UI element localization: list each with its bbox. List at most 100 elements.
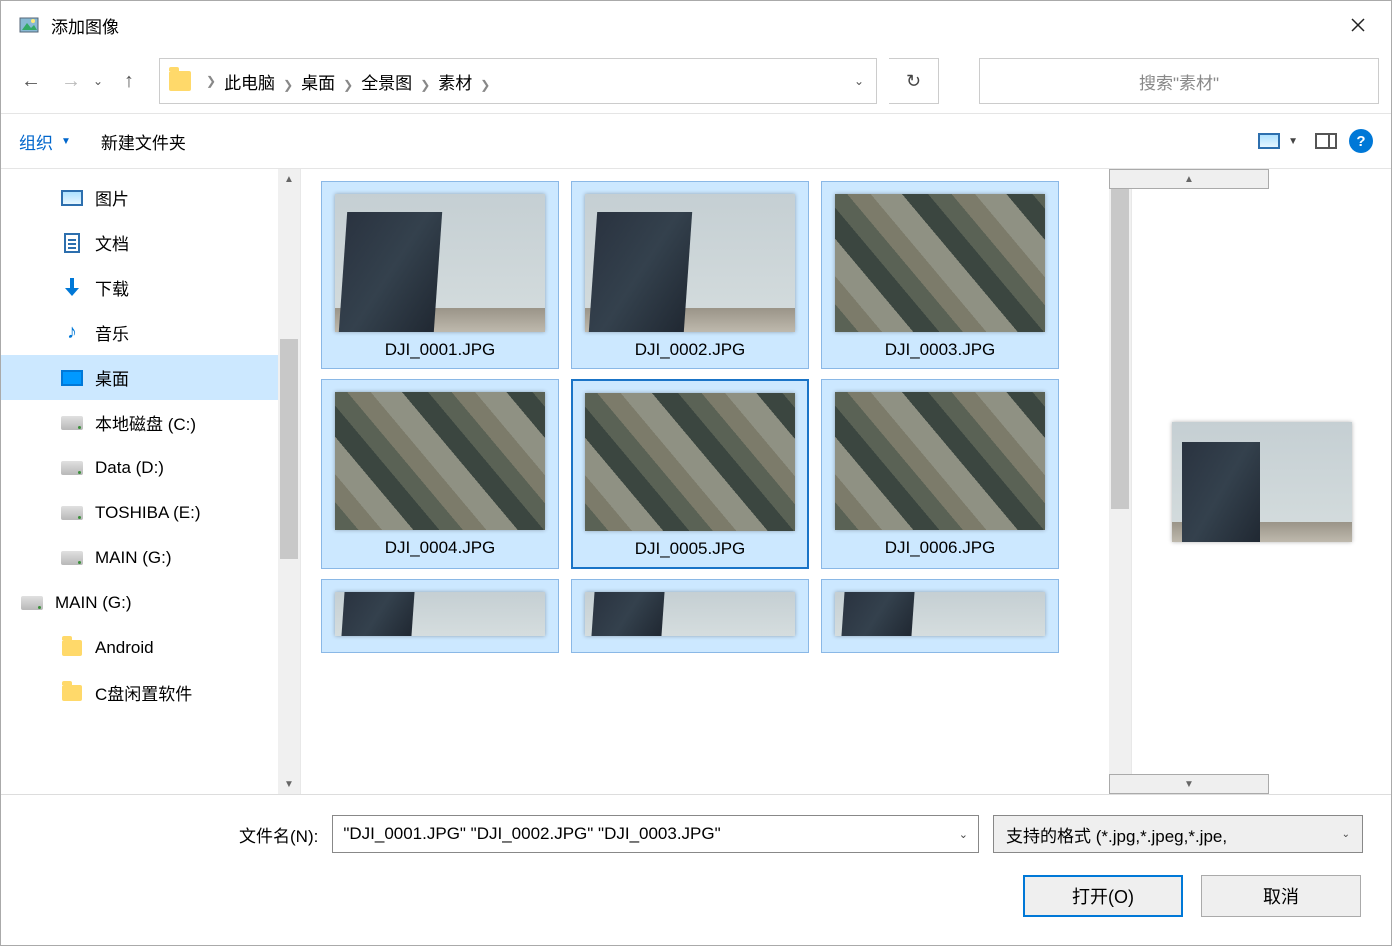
- file-item[interactable]: [821, 579, 1059, 653]
- file-name: DJI_0004.JPG: [385, 538, 496, 558]
- file-name: DJI_0003.JPG: [885, 340, 996, 360]
- sidebar-item[interactable]: TOSHIBA (E:): [1, 490, 278, 535]
- view-mode-button[interactable]: ▼: [1253, 130, 1303, 152]
- chevron-right-icon[interactable]: ❯: [283, 78, 293, 92]
- thumbnails-icon: [1258, 133, 1280, 149]
- app-icon: [19, 15, 39, 35]
- recent-locations-button[interactable]: ⌄: [93, 74, 107, 88]
- sidebar-item-label: 下载: [95, 275, 129, 300]
- sidebar-item-label: 本地磁盘 (C:): [95, 410, 196, 435]
- file-thumbnail: [835, 392, 1045, 530]
- sidebar-item[interactable]: 桌面: [1, 355, 278, 400]
- nav-row: ← → ⌄ ↑ ❯ 此电脑 ❯ 桌面 ❯ 全景图 ❯ 素材 ❯ ⌄ ↻ 搜索"素材": [1, 49, 1391, 113]
- scroll-thumb[interactable]: [1111, 189, 1129, 509]
- file-thumbnail: [585, 194, 795, 332]
- dialog-title: 添加图像: [51, 13, 1335, 38]
- preview-pane-button[interactable]: [1315, 133, 1337, 149]
- scroll-up-icon[interactable]: ▲: [1109, 169, 1269, 189]
- refresh-button[interactable]: ↻: [889, 58, 939, 104]
- chevron-right-icon[interactable]: ❯: [420, 78, 430, 92]
- help-button[interactable]: ?: [1349, 129, 1373, 153]
- sidebar-item[interactable]: MAIN (G:): [1, 535, 278, 580]
- file-item[interactable]: DJI_0002.JPG: [571, 181, 809, 369]
- file-item[interactable]: DJI_0004.JPG: [321, 379, 559, 569]
- filename-history-button[interactable]: ⌄: [959, 828, 968, 841]
- file-item[interactable]: DJI_0006.JPG: [821, 379, 1059, 569]
- file-thumbnail: [585, 393, 795, 531]
- sidebar-item-label: TOSHIBA (E:): [95, 503, 201, 523]
- up-button[interactable]: ↑: [111, 63, 147, 99]
- titlebar: 添加图像: [1, 1, 1391, 49]
- breadcrumb-item[interactable]: 素材: [436, 74, 474, 93]
- folder-icon: [160, 71, 200, 91]
- forward-button[interactable]: →: [53, 63, 89, 99]
- sidebar-item[interactable]: C盘闲置软件: [1, 670, 278, 715]
- cancel-button[interactable]: 取消: [1201, 875, 1361, 917]
- scroll-thumb[interactable]: [280, 339, 298, 559]
- filelist-scrollbar[interactable]: ▲ ▼: [1109, 169, 1131, 794]
- sidebar-item-label: 音乐: [95, 320, 129, 345]
- file-thumbnail: [835, 592, 1045, 636]
- close-button[interactable]: [1335, 9, 1381, 41]
- breadcrumb-item[interactable]: 全景图: [359, 74, 414, 93]
- file-thumbnail: [335, 392, 545, 530]
- nav-sidebar: 图片文档下载 ♪音乐桌面本地磁盘 (C:) Data (D:) TOSHIBA (E:…: [1, 169, 278, 794]
- sidebar-item-label: MAIN (G:): [55, 593, 132, 613]
- file-item[interactable]: DJI_0005.JPG: [571, 379, 809, 569]
- sidebar-item[interactable]: 下载: [1, 265, 278, 310]
- organize-button[interactable]: 组织 ▼: [19, 129, 71, 154]
- address-bar[interactable]: ❯ 此电脑 ❯ 桌面 ❯ 全景图 ❯ 素材 ❯ ⌄: [159, 58, 877, 104]
- scroll-down-icon[interactable]: ▼: [1109, 774, 1269, 794]
- caret-down-icon: ⌄: [1342, 829, 1350, 840]
- sidebar-item-label: MAIN (G:): [95, 548, 172, 568]
- caret-down-icon: ▼: [1288, 136, 1298, 147]
- file-item[interactable]: DJI_0001.JPG: [321, 181, 559, 369]
- file-item[interactable]: DJI_0003.JPG: [821, 181, 1059, 369]
- open-button[interactable]: 打开(O): [1023, 875, 1183, 917]
- new-folder-button[interactable]: 新建文件夹: [101, 129, 186, 154]
- filetype-value: 支持的格式 (*.jpg,*.jpeg,*.jpe,: [1006, 822, 1227, 847]
- filename-value: "DJI_0001.JPG" "DJI_0002.JPG" "DJI_0003.…: [343, 824, 720, 844]
- preview-pane: [1131, 169, 1391, 794]
- sidebar-item[interactable]: 本地磁盘 (C:): [1, 400, 278, 445]
- filename-input[interactable]: "DJI_0001.JPG" "DJI_0002.JPG" "DJI_0003.…: [332, 815, 979, 853]
- file-name: DJI_0001.JPG: [385, 340, 496, 360]
- search-input[interactable]: 搜索"素材": [979, 58, 1379, 104]
- sidebar-item-label: 桌面: [95, 365, 129, 390]
- toolbar: 组织 ▼ 新建文件夹 ▼ ?: [1, 113, 1391, 169]
- sidebar-item[interactable]: 文档: [1, 220, 278, 265]
- file-grid[interactable]: DJI_0001.JPG DJI_0002.JPG DJI_0003.JPG DJI_…: [301, 169, 1109, 794]
- breadcrumb-item[interactable]: 桌面: [299, 74, 337, 93]
- content-area: 图片文档下载 ♪音乐桌面本地磁盘 (C:) Data (D:) TOSHIBA (E:…: [1, 169, 1391, 795]
- file-item[interactable]: [321, 579, 559, 653]
- file-thumbnail: [585, 592, 795, 636]
- filename-label: 文件名(N):: [239, 822, 318, 847]
- sidebar-item[interactable]: 图片: [1, 175, 278, 220]
- scroll-down-icon[interactable]: ▼: [278, 774, 300, 794]
- bottom-bar: 文件名(N): "DJI_0001.JPG" "DJI_0002.JPG" "D…: [1, 795, 1391, 945]
- caret-down-icon: ▼: [61, 136, 71, 147]
- sidebar-item[interactable]: Data (D:): [1, 445, 278, 490]
- preview-thumbnail: [1172, 422, 1352, 542]
- chevron-right-icon[interactable]: ❯: [480, 78, 490, 92]
- file-name: DJI_0005.JPG: [635, 539, 746, 559]
- sidebar-item-label: Android: [95, 638, 154, 658]
- address-expand-button[interactable]: ⌄: [842, 74, 876, 88]
- sidebar-item-label: C盘闲置软件: [95, 680, 192, 705]
- sidebar-item[interactable]: MAIN (G:): [1, 580, 278, 625]
- chevron-right-icon[interactable]: ❯: [343, 78, 353, 92]
- back-button[interactable]: ←: [13, 63, 49, 99]
- chevron-right-icon[interactable]: ❯: [206, 74, 216, 88]
- file-thumbnail: [835, 194, 1045, 332]
- file-name: DJI_0006.JPG: [885, 538, 996, 558]
- breadcrumb-item[interactable]: 此电脑: [222, 74, 277, 93]
- file-open-dialog: 添加图像 ← → ⌄ ↑ ❯ 此电脑 ❯ 桌面 ❯ 全景图 ❯ 素材 ❯ ⌄ ↻ 搜索"素材"…: [0, 0, 1392, 946]
- sidebar-item[interactable]: Android: [1, 625, 278, 670]
- scroll-up-icon[interactable]: ▲: [278, 169, 300, 189]
- sidebar-scrollbar[interactable]: ▲ ▼: [278, 169, 300, 794]
- file-item[interactable]: [571, 579, 809, 653]
- sidebar-item[interactable]: ♪音乐: [1, 310, 278, 355]
- sidebar-item-label: 图片: [95, 185, 129, 210]
- file-thumbnail: [335, 194, 545, 332]
- filetype-select[interactable]: 支持的格式 (*.jpg,*.jpeg,*.jpe, ⌄: [993, 815, 1363, 853]
